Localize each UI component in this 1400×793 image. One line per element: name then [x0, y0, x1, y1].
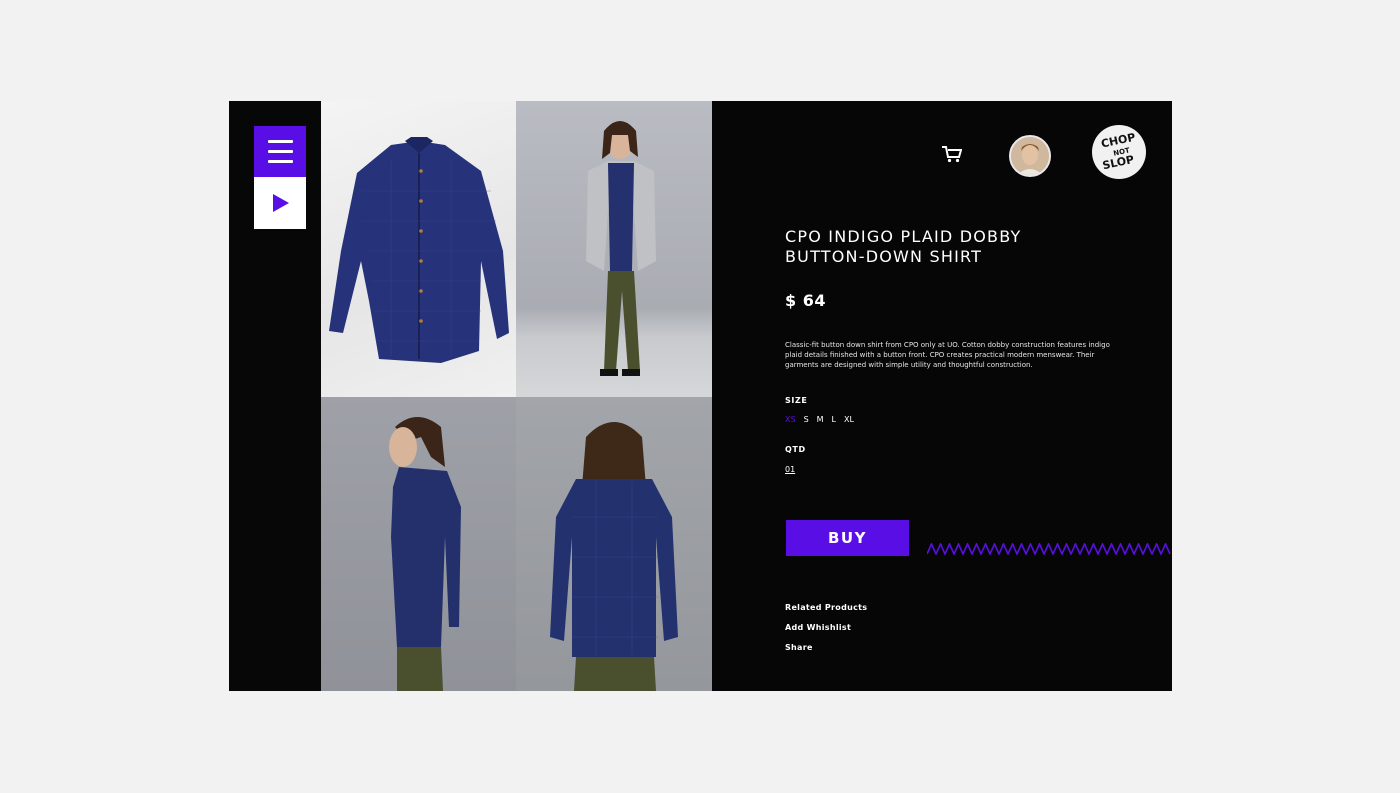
product-page: CHOP NOT SLOP CPO INDIGO PLAID DOBBY BUT…: [229, 101, 1172, 691]
share-link[interactable]: Share: [785, 643, 867, 652]
product-price: $ 64: [785, 291, 826, 310]
brand-logo[interactable]: CHOP NOT SLOP: [1092, 125, 1146, 179]
buy-button[interactable]: BUY: [786, 520, 909, 556]
menu-button[interactable]: [254, 126, 306, 177]
product-image-model-front[interactable]: [516, 101, 712, 397]
product-details: CHOP NOT SLOP CPO INDIGO PLAID DOBBY BUT…: [712, 101, 1172, 691]
cart-button[interactable]: [942, 145, 963, 163]
product-description: Classic-fit button down shirt from CPO o…: [785, 341, 1110, 369]
size-option-xs[interactable]: XS: [785, 415, 796, 424]
size-option-l[interactable]: L: [832, 415, 836, 424]
action-links: Related Products Add Whishlist Share: [785, 603, 867, 663]
size-selector: XS S M L XL: [785, 415, 854, 424]
size-option-m[interactable]: M: [817, 415, 824, 424]
hamburger-menu-icon: [267, 140, 293, 143]
add-wishlist-link[interactable]: Add Whishlist: [785, 623, 867, 632]
avatar-icon: [1011, 137, 1049, 175]
quantity-label: QTD: [785, 445, 806, 454]
related-products-link[interactable]: Related Products: [785, 603, 867, 612]
left-rail: [229, 101, 321, 691]
size-option-xl[interactable]: XL: [844, 415, 854, 424]
quantity-field[interactable]: 01: [785, 465, 795, 474]
size-option-s[interactable]: S: [804, 415, 809, 424]
product-image-model-side[interactable]: [321, 397, 516, 691]
zigzag-decoration: [927, 543, 1171, 555]
chop-not-slop-logo-icon: CHOP NOT SLOP: [1093, 126, 1145, 178]
product-image-model-back[interactable]: [516, 397, 712, 691]
size-label: SIZE: [785, 396, 808, 405]
play-button[interactable]: [254, 177, 306, 229]
product-image-shirt[interactable]: [321, 101, 516, 397]
product-gallery: [321, 101, 712, 691]
cart-icon: [942, 146, 963, 163]
product-title: CPO INDIGO PLAID DOBBY BUTTON-DOWN SHIRT: [785, 227, 1022, 266]
play-icon: [273, 194, 289, 212]
user-avatar[interactable]: [1009, 135, 1051, 177]
